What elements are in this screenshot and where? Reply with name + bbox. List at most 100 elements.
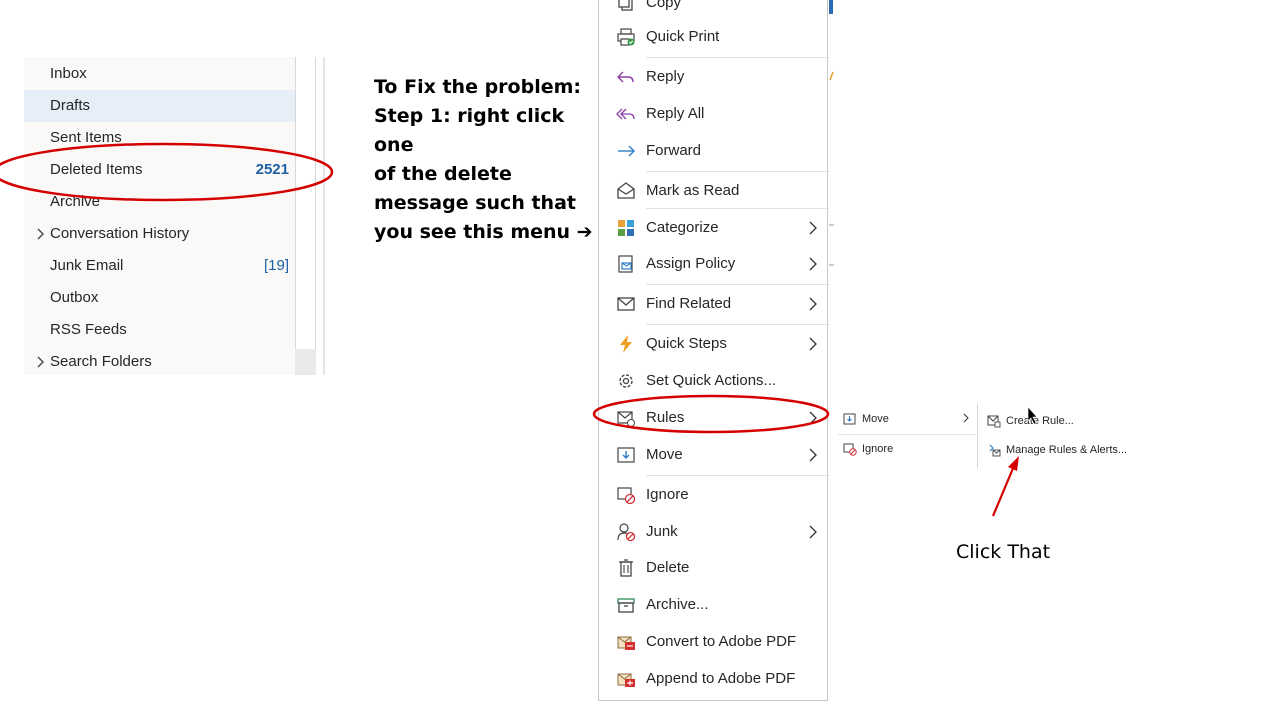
pdf-convert-icon — [616, 632, 636, 652]
folder-label: Junk Email — [50, 257, 124, 274]
menu-item-label: Rules — [646, 409, 685, 426]
folder-label: Drafts — [50, 97, 91, 114]
menu-item-reply-all[interactable]: Reply All — [599, 97, 829, 131]
instruction-line: To Fix the problem: — [374, 76, 581, 98]
pane-divider[interactable] — [323, 57, 325, 375]
menu-item-label: Reply — [646, 68, 685, 85]
instruction-line: Step 1: right click one — [374, 105, 565, 156]
submenu-item-manage-rules-alerts[interactable]: Manage Rules & Alerts... — [982, 438, 1128, 464]
menu-item-label: Ignore — [646, 486, 689, 503]
menu-item-copy[interactable]: Copy — [599, 0, 829, 20]
chevron-right-icon — [807, 411, 819, 425]
folder-pane: Inbox Drafts Sent Items Deleted Items 25… — [24, 57, 295, 375]
folder-inbox[interactable]: Inbox — [24, 58, 295, 90]
menu-item-archive[interactable]: Archive... — [599, 588, 829, 622]
menu-item-append-to-adobe-pdf[interactable]: Append to Adobe PDF — [599, 662, 829, 696]
menu-separator — [646, 284, 829, 285]
menu-item-find-related[interactable]: Find Related — [599, 287, 829, 321]
rules-submenu: Move Ignore — [838, 404, 976, 468]
menu-separator — [646, 324, 829, 325]
menu-item-categorize[interactable]: Categorize — [599, 211, 829, 245]
menu-item-move[interactable]: Move — [599, 438, 829, 472]
menu-item-set-quick-actions[interactable]: Set Quick Actions... — [599, 364, 829, 398]
menu-item-label: Move — [646, 446, 683, 463]
create-rule-icon — [987, 414, 1001, 428]
menu-item-assign-policy[interactable]: Assign Policy — [599, 247, 829, 281]
folder-drafts[interactable]: Drafts — [24, 90, 295, 122]
gear-icon — [616, 371, 636, 391]
menu-item-delete[interactable]: Delete — [599, 551, 829, 585]
folder-deleted-items[interactable]: Deleted Items 2521 — [24, 154, 295, 186]
chevron-right-icon[interactable] — [36, 346, 48, 378]
folder-label: Outbox — [50, 289, 99, 306]
submenu-item-label: Create Rule... — [1006, 415, 1074, 427]
menu-item-label: Find Related — [646, 295, 732, 312]
menu-item-label: Append to Adobe PDF — [646, 670, 796, 687]
menu-item-rules[interactable]: Rules — [599, 401, 829, 435]
chevron-right-icon — [807, 221, 819, 235]
folder-label: Sent Items — [50, 129, 122, 146]
instruction-line: you see this menu ➔ — [374, 221, 593, 243]
unread-count: 2521 — [255, 161, 289, 178]
menu-item-reply[interactable]: Reply — [599, 60, 829, 94]
folder-junk-email[interactable]: Junk Email [19] — [24, 250, 295, 282]
copy-icon — [616, 0, 636, 13]
chevron-right-icon[interactable] — [36, 218, 48, 250]
menu-item-label: Convert to Adobe PDF — [646, 633, 797, 650]
menu-item-forward[interactable]: Forward — [599, 134, 829, 168]
rules-icon — [616, 408, 636, 428]
find-related-icon — [616, 294, 636, 314]
submenu-separator — [838, 434, 976, 435]
folder-label: Inbox — [50, 65, 87, 82]
folder-outbox[interactable]: Outbox — [24, 282, 295, 314]
submenu-item-create-rule[interactable]: Create Rule... — [982, 409, 1128, 435]
folder-rss-feeds[interactable]: RSS Feeds — [24, 314, 295, 346]
lightning-icon — [616, 334, 636, 354]
folder-conversation-history[interactable]: Conversation History — [24, 218, 295, 250]
menu-item-label: Copy — [646, 0, 682, 11]
reply-all-icon — [616, 104, 636, 124]
chevron-right-icon — [807, 448, 819, 462]
submenu-item-move[interactable]: Move — [838, 407, 976, 433]
menu-item-label: Reply All — [646, 105, 705, 122]
chevron-right-icon — [807, 297, 819, 311]
menu-item-convert-to-adobe-pdf[interactable]: Convert to Adobe PDF — [599, 625, 829, 659]
folder-label: Deleted Items — [50, 161, 143, 178]
scrollbar-end — [295, 349, 316, 375]
categorize-icon — [616, 218, 636, 238]
manage-rules-icon — [987, 443, 1001, 457]
menu-item-mark-as-read[interactable]: Mark as Read — [599, 174, 829, 208]
menu-item-quick-print[interactable]: Quick Print — [599, 20, 829, 54]
menu-item-label: Assign Policy — [646, 255, 736, 272]
folder-scrollbar[interactable] — [295, 57, 316, 349]
menu-item-junk[interactable]: Junk — [599, 515, 829, 549]
archive-icon — [616, 595, 636, 615]
instruction-text: To Fix the problem: Step 1: right click … — [374, 73, 596, 247]
folder-search-folders[interactable]: Search Folders — [24, 346, 295, 378]
chevron-right-icon — [807, 337, 819, 351]
menu-separator — [646, 475, 829, 476]
pdf-append-icon — [616, 669, 636, 689]
submenu-item-ignore[interactable]: Ignore — [838, 437, 976, 463]
assign-policy-icon — [616, 254, 636, 274]
chevron-right-icon — [962, 413, 970, 426]
menu-item-quick-steps[interactable]: Quick Steps — [599, 327, 829, 361]
submenu-item-label: Ignore — [862, 443, 894, 455]
menu-item-ignore[interactable]: Ignore — [599, 478, 829, 512]
menu-item-label: Delete — [646, 559, 690, 576]
move-submenu: Create Rule... Manage Rules & Alerts... — [977, 404, 1127, 468]
click-that-annotation: Click That — [956, 541, 1051, 563]
menu-item-label: Forward — [646, 142, 702, 159]
menu-item-label: Mark as Read — [646, 182, 740, 199]
menu-separator — [646, 57, 829, 58]
ignore-icon — [616, 485, 636, 505]
folder-sent-items[interactable]: Sent Items — [24, 122, 295, 154]
menu-item-label: Quick Print — [646, 28, 720, 45]
menu-separator — [646, 171, 829, 172]
folder-label: RSS Feeds — [50, 321, 127, 338]
move-icon — [843, 412, 857, 426]
folder-label: Archive — [50, 193, 101, 210]
folder-archive[interactable]: Archive — [24, 186, 295, 218]
trash-icon — [616, 558, 636, 578]
folder-label: Conversation History — [50, 225, 190, 242]
